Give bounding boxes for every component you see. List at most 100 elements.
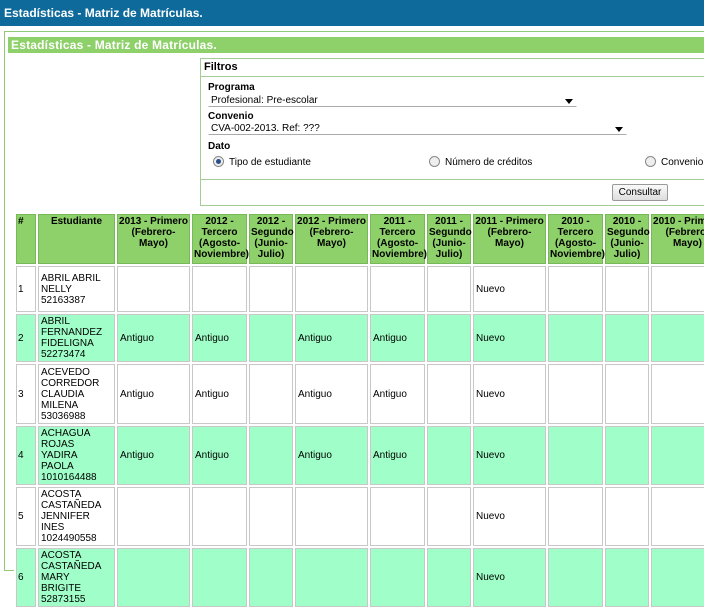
window-title: Estadísticas - Matriz de Matrículas. xyxy=(0,0,704,26)
student-cell: ABRIL ABRIL NELLY 52163387 xyxy=(38,266,115,312)
status-cell xyxy=(548,364,603,424)
status-cell xyxy=(605,314,649,362)
status-cell xyxy=(427,314,471,362)
student-cell: ABRIL FERNANDEZ FIDELIGNA 52273474 xyxy=(38,314,115,362)
status-cell: Antiguo xyxy=(295,364,368,424)
status-cell: Antiguo xyxy=(370,364,425,424)
status-cell: Nuevo xyxy=(473,314,546,362)
status-cell xyxy=(192,266,247,312)
row-number: 6 xyxy=(16,548,36,607)
status-cell: Nuevo xyxy=(473,548,546,607)
chevron-down-icon xyxy=(565,99,573,104)
filters-title: Filtros xyxy=(201,59,704,77)
status-cell xyxy=(249,314,293,362)
programa-select[interactable]: Profesional: Pre-escolar xyxy=(208,93,577,107)
column-header: 2013 - Primero (Febrero-Mayo) xyxy=(117,214,190,264)
student-cell: ACHAGUA ROJAS YADIRA PAOLA 1010164488 xyxy=(38,426,115,485)
table-row: 4 ACHAGUA ROJAS YADIRA PAOLA 1010164488 An… xyxy=(16,426,704,485)
status-cell xyxy=(605,266,649,312)
row-number: 4 xyxy=(16,426,36,485)
status-cell xyxy=(192,548,247,607)
status-cell: Nuevo xyxy=(473,364,546,424)
filters-box: Filtros Programa Profesional: Pre-escola… xyxy=(200,58,704,206)
table-row: 2 ABRIL FERNANDEZ FIDELIGNA 52273474 Antig… xyxy=(16,314,704,362)
table-row: 3 ACEVEDO CORREDOR CLAUDIA MILENA 5303698… xyxy=(16,364,704,424)
radio-label: Convenio xyxy=(661,157,704,168)
chevron-down-icon xyxy=(615,127,623,132)
column-header: 2010 - Primero (Febrero-Mayo) xyxy=(651,214,704,264)
status-cell xyxy=(651,364,704,424)
student-cell: ACEVEDO CORREDOR CLAUDIA MILENA 53036988 xyxy=(38,364,115,424)
status-cell: Antiguo xyxy=(370,426,425,485)
convenio-select[interactable]: CVA-002-2013. Ref: ??? xyxy=(208,121,627,135)
status-cell xyxy=(192,487,247,546)
row-number: 3 xyxy=(16,364,36,424)
status-cell xyxy=(117,266,190,312)
radio-label: Tipo de estudiante xyxy=(229,157,311,168)
status-cell xyxy=(651,426,704,485)
radio-off-icon[interactable] xyxy=(645,156,656,167)
programa-label: Programa xyxy=(208,82,255,93)
status-cell: Nuevo xyxy=(473,426,546,485)
row-number: 5 xyxy=(16,487,36,546)
column-header: 2011 - Tercero (Agosto-Noviembre) xyxy=(370,214,427,264)
status-cell xyxy=(427,364,471,424)
student-cell: ACOSTA CASTAÑEDA MARY BRIGITE 52873155 xyxy=(38,548,115,607)
table-row: 6 ACOSTA CASTAÑEDA MARY BRIGITE 52873155 N… xyxy=(16,548,704,607)
status-cell: Antiguo xyxy=(192,426,247,485)
programa-select-value: Profesional: Pre-escolar xyxy=(211,95,318,106)
status-cell xyxy=(427,548,471,607)
table-body: 1 ABRIL ABRIL NELLY 52163387 Nuevo 2 ABRIL F… xyxy=(16,266,704,607)
radio-tipo-estudiante[interactable]: Tipo de estudiante xyxy=(213,156,311,168)
column-header: 2010 - Segundo (Junio-Julio) xyxy=(605,214,650,264)
status-cell xyxy=(605,426,649,485)
student-cell: ACOSTA CASTAÑEDA JENNIFER INES 102449055… xyxy=(38,487,115,546)
status-cell xyxy=(117,548,190,607)
table-row: 5 ACOSTA CASTAÑEDA JENNIFER INES 10244905… xyxy=(16,487,704,546)
table-header-row: # Estudiante 2013 - Primero (Febrero-May… xyxy=(16,214,704,264)
status-cell: Antiguo xyxy=(192,314,247,362)
status-cell xyxy=(605,364,649,424)
status-cell: Nuevo xyxy=(473,487,546,546)
status-cell xyxy=(249,364,293,424)
status-cell: Antiguo xyxy=(295,314,368,362)
status-cell xyxy=(651,487,704,546)
status-cell xyxy=(548,487,603,546)
row-number: 2 xyxy=(16,314,36,362)
column-header: 2011 - Primero (Febrero-Mayo) xyxy=(473,214,546,264)
matrix-table: # Estudiante 2013 - Primero (Febrero-May… xyxy=(14,212,704,609)
status-cell: Antiguo xyxy=(117,426,190,485)
column-header: 2012 - Segundo (Junio-Julio) xyxy=(249,214,294,264)
status-cell xyxy=(548,426,603,485)
status-cell xyxy=(427,266,471,312)
status-cell: Antiguo xyxy=(117,314,190,362)
status-cell: Antiguo xyxy=(192,364,247,424)
consultar-button[interactable]: Consultar xyxy=(612,184,668,201)
status-cell: Nuevo xyxy=(473,266,546,312)
panel-title: Estadísticas - Matriz de Matrículas. xyxy=(8,37,704,53)
status-cell xyxy=(249,487,293,546)
radio-numero-creditos[interactable]: Número de créditos xyxy=(429,156,532,168)
convenio-select-value: CVA-002-2013. Ref: ??? xyxy=(211,123,320,134)
radio-convenio[interactable]: Convenio xyxy=(645,156,703,168)
column-header: 2012 - Primero (Febrero-Mayo) xyxy=(295,214,368,264)
status-cell: Antiguo xyxy=(295,426,368,485)
dato-label: Dato xyxy=(208,141,231,152)
radio-on-icon[interactable] xyxy=(213,156,224,167)
column-header: Estudiante xyxy=(38,214,115,264)
status-cell xyxy=(249,266,293,312)
status-cell xyxy=(605,548,649,607)
status-cell xyxy=(427,426,471,485)
status-cell xyxy=(651,266,704,312)
column-header: # xyxy=(16,214,36,264)
radio-off-icon[interactable] xyxy=(429,156,440,167)
status-cell xyxy=(651,548,704,607)
column-header: 2010 - Tercero (Agosto-Noviembre) xyxy=(548,214,605,264)
status-cell xyxy=(295,548,368,607)
status-cell xyxy=(651,314,704,362)
status-cell xyxy=(117,487,190,546)
status-cell: Antiguo xyxy=(370,314,425,362)
status-cell xyxy=(548,266,603,312)
status-cell xyxy=(548,314,603,362)
radio-label: Número de créditos xyxy=(445,157,533,168)
